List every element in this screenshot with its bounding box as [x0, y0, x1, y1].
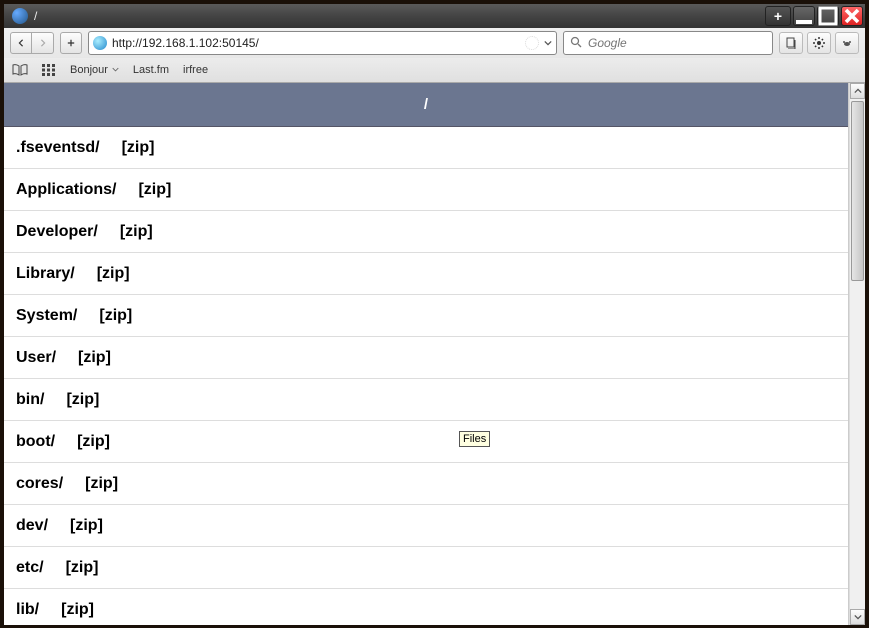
forward-button[interactable]	[32, 32, 54, 54]
zip-link[interactable]: [zip]	[138, 181, 171, 199]
page-title: /	[424, 96, 428, 113]
list-item: bin/ [zip]	[4, 379, 848, 421]
app-icon	[12, 8, 28, 24]
loading-spinner-icon	[525, 36, 539, 50]
list-item: System/ [zip]	[4, 295, 848, 337]
search-input[interactable]	[588, 36, 766, 50]
list-item: Applications/ [zip]	[4, 169, 848, 211]
zip-link[interactable]: [zip]	[97, 265, 130, 283]
list-item: User/ [zip]	[4, 337, 848, 379]
window-titlebar: / +	[4, 4, 865, 28]
directory-link[interactable]: lib/	[16, 601, 39, 619]
list-item: lib/ [zip]	[4, 589, 848, 625]
window-title: /	[34, 9, 765, 23]
bookmark-bonjour[interactable]: Bonjour	[70, 64, 119, 76]
nav-back-forward	[10, 32, 54, 54]
bookmark-lastfm[interactable]: Last.fm	[133, 64, 169, 76]
toolbar-right	[779, 32, 859, 54]
bookmark-label: Last.fm	[133, 64, 169, 76]
scroll-down-button[interactable]	[850, 609, 865, 625]
directory-link[interactable]: dev/	[16, 517, 48, 535]
viewport: / .fseventsd/[zip]Applications/[zip]Deve…	[4, 83, 865, 625]
vertical-scrollbar[interactable]	[849, 83, 865, 625]
add-bookmark-button[interactable]	[60, 32, 82, 54]
list-item: .fseventsd/ [zip]	[4, 127, 848, 169]
extension-button[interactable]	[835, 32, 859, 54]
directory-link[interactable]: .fseventsd/	[16, 139, 100, 157]
zip-link[interactable]: [zip]	[85, 475, 118, 493]
search-bar[interactable]	[563, 31, 773, 55]
directory-link[interactable]: Library/	[16, 265, 75, 283]
maximize-button[interactable]	[817, 6, 839, 26]
window-buttons: +	[765, 6, 863, 26]
new-tab-button[interactable]: +	[765, 6, 791, 26]
directory-link[interactable]: Applications/	[16, 181, 116, 199]
list-item: Developer/ [zip]	[4, 211, 848, 253]
directory-link[interactable]: User/	[16, 349, 56, 367]
list-item: Library/ [zip]	[4, 253, 848, 295]
bookmark-irfree[interactable]: irfree	[183, 64, 208, 76]
bookmark-label: irfree	[183, 64, 208, 76]
grid-dial-icon[interactable]	[42, 64, 56, 76]
list-item: cores/ [zip]	[4, 463, 848, 505]
minimize-button[interactable]	[793, 6, 815, 26]
back-button[interactable]	[10, 32, 32, 54]
scroll-up-button[interactable]	[850, 83, 865, 99]
zip-link[interactable]: [zip]	[120, 223, 153, 241]
zip-link[interactable]: [zip]	[78, 349, 111, 367]
zip-link[interactable]: [zip]	[122, 139, 155, 157]
directory-link[interactable]: bin/	[16, 391, 44, 409]
zip-link[interactable]: [zip]	[70, 517, 103, 535]
chevron-down-icon	[112, 64, 119, 76]
bookmark-label: Bonjour	[70, 64, 108, 76]
zip-link[interactable]: [zip]	[77, 433, 110, 451]
directory-link[interactable]: cores/	[16, 475, 63, 493]
settings-gear-button[interactable]	[807, 32, 831, 54]
page-content: / .fseventsd/[zip]Applications/[zip]Deve…	[4, 83, 849, 625]
list-item: etc/ [zip]	[4, 547, 848, 589]
zip-link[interactable]: [zip]	[61, 601, 94, 619]
directory-link[interactable]: etc/	[16, 559, 44, 577]
search-icon	[570, 36, 582, 51]
bookmarks-bar: Bonjour Last.fm irfree	[4, 58, 865, 82]
zip-link[interactable]: [zip]	[99, 307, 132, 325]
directory-link[interactable]: Developer/	[16, 223, 98, 241]
list-item: boot/ [zip]	[4, 421, 848, 463]
url-text: http://192.168.1.102:50145/	[112, 36, 520, 50]
tooltip: Files	[459, 431, 490, 447]
navigation-bar: http://192.168.1.102:50145/	[4, 28, 865, 58]
zip-link[interactable]: [zip]	[66, 559, 99, 577]
zip-link[interactable]: [zip]	[66, 391, 99, 409]
reading-list-icon[interactable]	[12, 64, 28, 76]
directory-link[interactable]: System/	[16, 307, 77, 325]
page-header: /	[4, 83, 848, 127]
directory-listing: .fseventsd/[zip]Applications/[zip]Develo…	[4, 127, 848, 625]
url-bar[interactable]: http://192.168.1.102:50145/	[88, 31, 557, 55]
list-item: dev/ [zip]	[4, 505, 848, 547]
page-menu-button[interactable]	[779, 32, 803, 54]
globe-icon	[93, 36, 107, 50]
directory-link[interactable]: boot/	[16, 433, 55, 451]
url-dropdown-icon[interactable]	[544, 36, 552, 50]
browser-chrome: http://192.168.1.102:50145/	[4, 28, 865, 83]
close-button[interactable]	[841, 6, 863, 26]
scrollbar-thumb[interactable]	[851, 101, 864, 281]
